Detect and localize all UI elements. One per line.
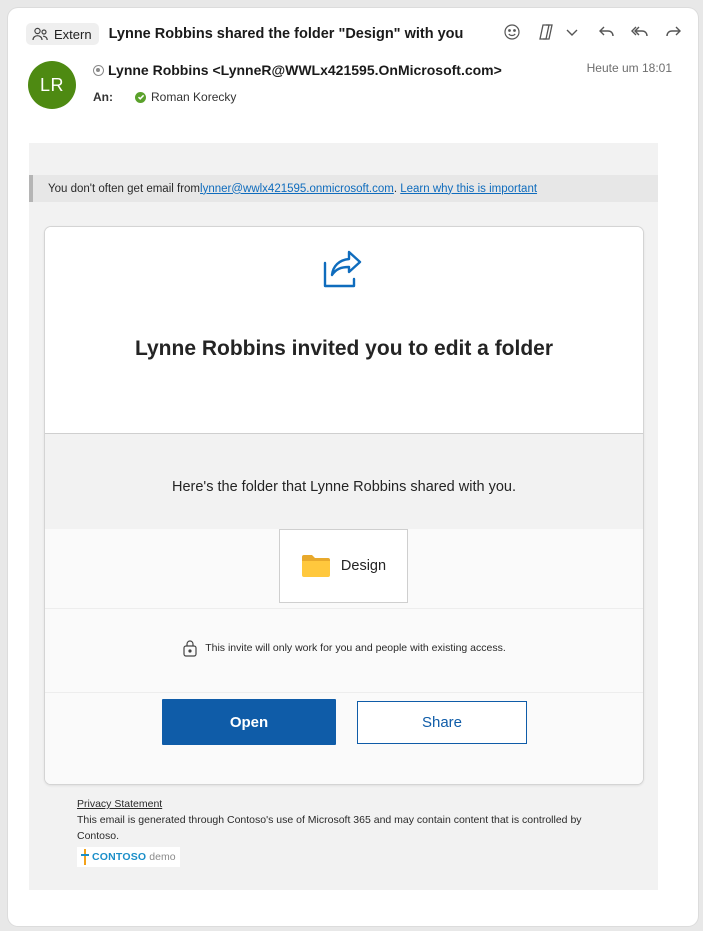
presence-icon [93, 64, 104, 76]
share-card: Lynne Robbins invited you to edit a fold… [44, 226, 644, 785]
reply-icon[interactable] [596, 22, 616, 42]
card-header: Lynne Robbins invited you to edit a fold… [45, 227, 643, 434]
verified-check-icon [135, 91, 146, 103]
folder-tile[interactable]: Design [279, 529, 408, 603]
email-footer: Privacy Statement This email is generate… [77, 796, 597, 870]
file-section: Design [45, 529, 643, 609]
contoso-mark-icon [81, 849, 89, 865]
folder-name: Design [340, 558, 387, 574]
email-body: You don't often get email from lynner@ww… [29, 143, 658, 890]
sender-email-link[interactable]: lynner@wwlx421595.onmicrosoft.com [200, 183, 394, 195]
first-contact-notice: You don't often get email from lynner@ww… [29, 175, 658, 202]
recipient-row: An: Roman Korecky [93, 90, 236, 104]
invite-note-text: This invite will only work for you and p… [205, 642, 506, 654]
sender-row: Lynne Robbins <LynneR@WWLx421595.OnMicro… [93, 62, 502, 78]
logo-brand: CONTOSO [92, 851, 147, 863]
forward-icon[interactable] [664, 22, 684, 42]
extern-badge[interactable]: Extern [26, 23, 99, 45]
email-reading-pane: Extern Lynne Robbins shared the folder "… [8, 8, 698, 926]
emoji-icon[interactable] [502, 22, 522, 42]
learn-why-link[interactable]: Learn why this is important [400, 183, 537, 195]
open-button[interactable]: Open [162, 699, 336, 745]
copilot-icon[interactable] [536, 22, 556, 42]
shared-message: Here's the folder that Lynne Robbins sha… [172, 479, 516, 495]
external-people-icon [32, 27, 48, 40]
email-subject: Lynne Robbins shared the folder "Design"… [108, 26, 464, 42]
recipient-name[interactable]: Roman Korecky [151, 90, 236, 104]
notice-prefix: You don't often get email from [48, 182, 201, 195]
access-notice-section: This invite will only work for you and p… [45, 609, 643, 693]
action-buttons: Open Share [45, 693, 643, 784]
invite-note: This invite will only work for you and p… [45, 639, 643, 657]
privacy-statement-link[interactable]: Privacy Statement [77, 796, 597, 812]
logo-suffix: demo [149, 851, 176, 863]
to-label: An: [93, 90, 113, 104]
sender-name[interactable]: Lynne Robbins <LynneR@WWLx421595.OnMicro… [108, 62, 502, 78]
contoso-logo: CONTOSO demo [77, 847, 180, 867]
lock-icon [183, 640, 197, 657]
shared-message-section: Here's the folder that Lynne Robbins sha… [45, 434, 643, 529]
share-arrow-icon [323, 250, 362, 288]
card-title: Lynne Robbins invited you to edit a fold… [134, 337, 554, 360]
subject-row: Extern Lynne Robbins shared the folder "… [26, 22, 684, 46]
extern-label: Extern [54, 26, 92, 42]
folder-icon [301, 555, 330, 577]
footer-disclaimer: This email is generated through Contoso'… [77, 814, 582, 842]
sender-avatar[interactable]: LR [28, 61, 76, 109]
reply-all-icon[interactable] [630, 22, 650, 42]
chevron-down-icon[interactable] [562, 22, 582, 42]
received-date: Heute um 18:01 [586, 61, 672, 75]
share-button[interactable]: Share [357, 701, 527, 744]
message-actions [502, 22, 684, 42]
